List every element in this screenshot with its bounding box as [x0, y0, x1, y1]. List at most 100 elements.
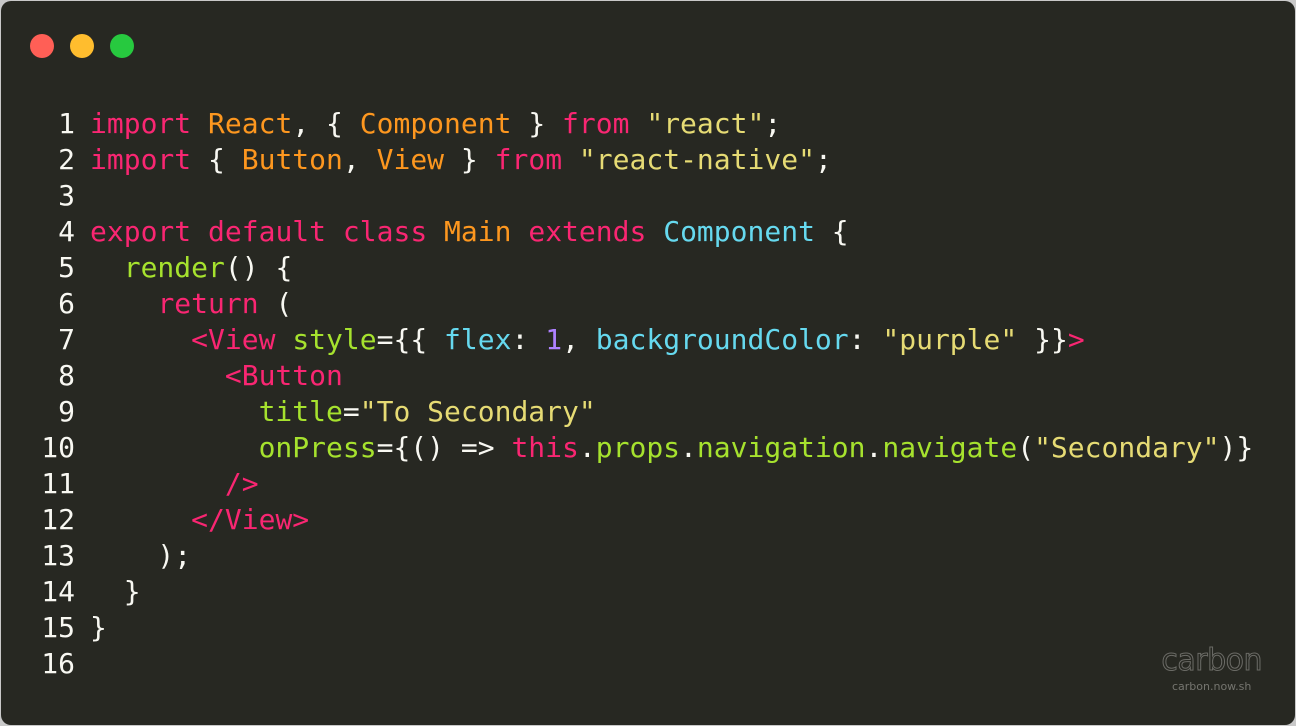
code-token: }} — [1017, 323, 1068, 356]
line-number: 12 — [41, 503, 75, 536]
code-line: 12 </View> — [1, 502, 1295, 538]
code-token: : — [511, 323, 546, 356]
code-token: Main — [444, 215, 512, 248]
maximize-button[interactable] — [110, 34, 134, 58]
code-token: React — [208, 107, 293, 140]
window-controls — [30, 34, 134, 58]
code-token: "react-native" — [578, 143, 815, 176]
line-source: import React, { Component } from "react"… — [90, 106, 781, 142]
code-token: backgroundColor — [595, 323, 849, 356]
code-token: <Button — [224, 359, 343, 392]
code-token: "To Secondary" — [359, 395, 596, 428]
code-token: . — [680, 431, 697, 464]
code-token: { — [814, 215, 849, 248]
code-token: 1 — [545, 323, 563, 356]
code-token: </View> — [191, 503, 310, 536]
line-number: 10 — [41, 431, 75, 464]
line-source: } — [90, 610, 107, 646]
code-token: Button — [241, 143, 343, 176]
code-line: 5 render() { — [1, 250, 1295, 286]
code-line: 4 export default class Main extends Compo… — [1, 214, 1295, 250]
line-number: 4 — [58, 215, 75, 248]
code-token: . — [865, 431, 883, 464]
code-token: flex — [444, 323, 512, 356]
line-source: render() { — [90, 250, 293, 286]
code-token: props — [595, 431, 681, 464]
line-source: export default class Main extends Compon… — [90, 214, 849, 250]
code-token: , — [342, 143, 377, 176]
code-token: export — [90, 215, 192, 248]
code-token: } — [444, 143, 495, 176]
line-source: </View> — [90, 502, 309, 538]
code-token: = — [342, 395, 360, 428]
code-line: 3 — [1, 178, 1295, 214]
code-token: onPress — [258, 431, 377, 464]
code-token: from — [562, 107, 630, 140]
code-editor[interactable]: 1 import React, { Component } from "react… — [1, 106, 1295, 682]
line-source: ); — [90, 538, 191, 574]
code-token: View — [376, 143, 445, 176]
code-token: navigate — [882, 431, 1018, 464]
code-token: "react" — [646, 107, 765, 140]
code-line: 13 ); — [1, 538, 1295, 574]
line-source: onPress={() => this.props.navigation.nav… — [90, 430, 1254, 466]
code-line: 2 import { Button, View } from "react-nat… — [1, 142, 1295, 178]
code-token: . — [578, 431, 596, 464]
line-source: title="To Secondary" — [90, 394, 596, 430]
code-line: 15} — [1, 610, 1295, 646]
code-token: import — [90, 107, 192, 140]
code-token: /> — [224, 467, 259, 500]
line-source: /> — [90, 466, 259, 502]
code-line: 11 /> — [1, 466, 1295, 502]
code-token: "purple" — [882, 323, 1018, 356]
code-window: 1 import React, { Component } from "react… — [1, 1, 1295, 725]
code-token: this — [511, 431, 579, 464]
code-token: () { — [224, 251, 293, 284]
code-line: 9 title="To Secondary" — [1, 394, 1295, 430]
code-line: 14 } — [1, 574, 1295, 610]
minimize-button[interactable] — [70, 34, 94, 58]
line-number: 11 — [41, 467, 75, 500]
code-token: : — [848, 323, 883, 356]
line-number: 2 — [58, 143, 75, 176]
close-button[interactable] — [30, 34, 54, 58]
code-token: <View — [191, 323, 276, 356]
code-token: { — [191, 143, 242, 176]
code-token: } — [90, 575, 141, 608]
code-token: ={() => — [376, 431, 512, 464]
line-number: 1 — [58, 107, 75, 140]
code-token: } — [511, 107, 563, 140]
code-token: ; — [764, 107, 782, 140]
code-token: extends — [528, 215, 647, 248]
code-token: ( — [258, 287, 293, 320]
code-token: )} — [1219, 431, 1254, 464]
line-number: 7 — [58, 323, 75, 356]
code-token: style — [292, 323, 377, 356]
code-line: 1 import React, { Component } from "react… — [1, 106, 1295, 142]
code-token: } — [90, 611, 107, 644]
code-token: return — [157, 287, 259, 320]
code-token: , { — [292, 107, 360, 140]
code-token: > — [1067, 323, 1085, 356]
line-number: 13 — [41, 539, 75, 572]
code-token: ( — [1017, 431, 1035, 464]
code-token: ; — [814, 143, 832, 176]
line-source: <Button — [90, 358, 343, 394]
code-token: "Secondary" — [1034, 431, 1220, 464]
line-number: 14 — [41, 575, 75, 608]
line-number: 5 — [58, 251, 75, 284]
